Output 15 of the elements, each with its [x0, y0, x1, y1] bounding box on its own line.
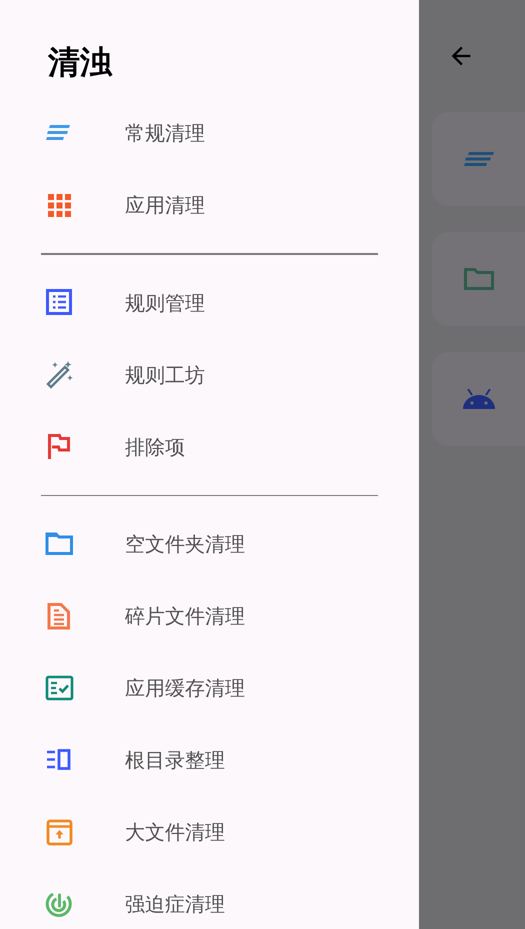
drawer-item[interactable]: 常规清理	[0, 97, 419, 169]
drawer-item[interactable]: 大文件清理	[0, 796, 419, 868]
drawer-item[interactable]: 排除项	[0, 410, 419, 482]
drawer-item[interactable]: 强迫症清理	[0, 868, 419, 929]
drawer-item[interactable]: 规则管理	[0, 266, 419, 338]
drawer-title: 清浊	[48, 43, 112, 81]
drawer-item[interactable]: 规则工坊	[0, 338, 419, 410]
drawer-item[interactable]: 应用清理	[0, 169, 419, 241]
drawer-item[interactable]: 空文件夹清理	[0, 508, 419, 580]
android-icon	[462, 389, 496, 409]
drawer-item[interactable]: 根目录整理	[0, 724, 419, 796]
lines-icon	[464, 151, 494, 167]
drawer-item[interactable]: 碎片文件清理	[0, 580, 419, 652]
folder-icon	[464, 267, 494, 291]
drawer-item[interactable]: 应用缓存清理	[0, 652, 419, 724]
